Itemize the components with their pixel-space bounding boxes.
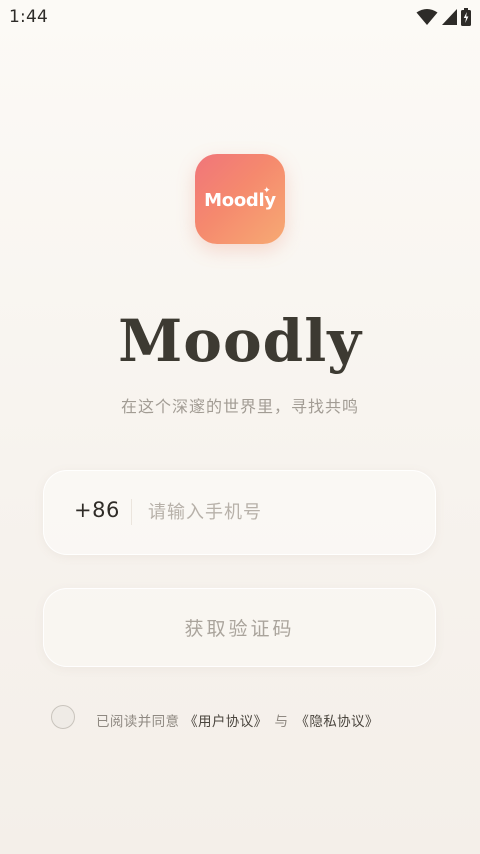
agreement-prefix: 已阅读并同意 [96,714,180,730]
sparkle-icon: ✦ [263,186,271,196]
user-agreement-link[interactable]: 《用户协议》 [184,714,267,730]
tagline: 在这个深邃的世界里，寻找共鸣 [120,397,359,416]
app-title: Moodly [118,307,362,375]
agreement-text: 已阅读并同意 《用户协议》与《隐私协议》 [96,710,379,730]
agreement-checkbox[interactable] [51,705,75,729]
privacy-agreement-link[interactable]: 《隐私协议》 [295,714,378,730]
status-bar: 1:44 [0,0,480,34]
wifi-icon [416,8,438,26]
signal-icon [442,9,457,25]
status-time: 1:44 [9,7,48,27]
agreement-joiner: 与 [274,714,289,730]
country-code[interactable]: +86 [74,498,120,522]
phone-number-input[interactable] [148,495,418,529]
get-verification-code-button[interactable]: 获取验证码 [43,588,436,667]
status-icons [416,8,471,26]
phone-input-card: +86 [43,470,436,555]
battery-charging-icon [461,8,471,26]
app-logo: Moodly ✦ [195,154,285,244]
country-code-divider [131,499,132,525]
